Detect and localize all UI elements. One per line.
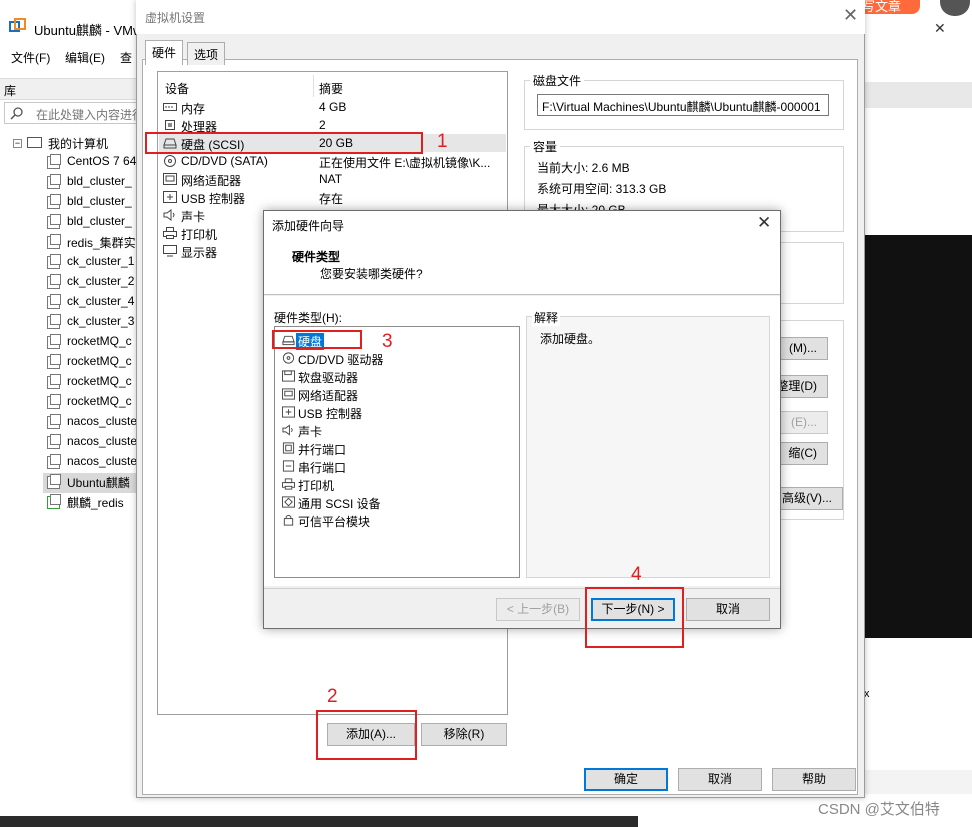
vm-icon bbox=[47, 214, 61, 229]
vm-icon bbox=[47, 414, 61, 429]
network-icon bbox=[163, 173, 177, 185]
vm-icon bbox=[47, 254, 61, 269]
wizard-cancel-button[interactable]: 取消 bbox=[686, 598, 770, 621]
disk-file-path-field[interactable]: F:\Virtual Machines\Ubuntu麒麟\Ubuntu麒麟-00… bbox=[537, 94, 829, 116]
device-column-header[interactable]: 设备 bbox=[165, 80, 189, 97]
menu-file[interactable]: 文件(F) bbox=[11, 49, 50, 66]
system-free-space: 系统可用空间: 313.3 GB bbox=[537, 182, 667, 196]
parallel-port-icon bbox=[282, 442, 295, 454]
wizard-subheading: 您要安装哪类硬件? bbox=[320, 267, 423, 281]
vm-preview-screen[interactable] bbox=[862, 235, 972, 638]
library-search-placeholder: 在此处键入内容进行 bbox=[36, 108, 145, 122]
hardware-type-label: 硬件类型(H): bbox=[274, 311, 342, 325]
annotation-box-1 bbox=[145, 132, 423, 154]
capacity-label: 容量 bbox=[530, 138, 561, 155]
printer-icon bbox=[163, 227, 177, 239]
device-row-memory[interactable]: 内存 4 GB bbox=[163, 98, 503, 116]
vm-icon bbox=[47, 334, 61, 349]
vm-icon bbox=[47, 274, 61, 289]
settings-close-icon[interactable]: ✕ bbox=[843, 5, 858, 26]
main-close-icon[interactable]: ✕ bbox=[934, 20, 946, 37]
vm-icon bbox=[47, 234, 61, 249]
device-row-usb[interactable]: USB 控制器 存在 bbox=[163, 188, 503, 206]
device-row-network[interactable]: 网络适配器 NAT bbox=[163, 170, 503, 188]
wizard-heading: 硬件类型 bbox=[292, 250, 341, 264]
serial-port-icon bbox=[282, 460, 295, 472]
help-button[interactable]: 帮助 bbox=[772, 768, 856, 791]
printer-icon bbox=[282, 478, 295, 490]
current-size: 当前大小: 2.6 MB bbox=[537, 161, 630, 175]
content-header-band bbox=[862, 82, 972, 108]
vm-icon bbox=[47, 374, 61, 389]
annotation-number-3: 3 bbox=[382, 331, 393, 352]
explanation-box bbox=[526, 316, 770, 578]
tab-hardware[interactable]: 硬件 bbox=[145, 40, 184, 65]
column-divider bbox=[313, 75, 314, 97]
settings-titlebar bbox=[136, 0, 865, 34]
vm-icon bbox=[47, 394, 61, 409]
remove-button[interactable]: 移除(R) bbox=[421, 723, 507, 746]
vm-icon bbox=[47, 314, 61, 329]
usb-icon bbox=[282, 406, 295, 418]
wizard-close-icon[interactable]: ✕ bbox=[757, 213, 771, 233]
tree-root-label[interactable]: 我的计算机 bbox=[48, 135, 108, 152]
vm-icon bbox=[47, 354, 61, 369]
watermark: CSDN @艾文伯特 bbox=[818, 801, 940, 818]
annotation-number-1: 1 bbox=[437, 131, 448, 152]
wizard-title: 添加硬件向导 bbox=[272, 219, 345, 233]
annotation-box-3 bbox=[272, 330, 362, 349]
search-icon bbox=[10, 106, 24, 120]
disk-file-label: 磁盘文件 bbox=[530, 72, 585, 89]
network-icon bbox=[282, 388, 295, 400]
cd-icon bbox=[282, 352, 295, 364]
vm-icon bbox=[47, 434, 61, 449]
wizard-footer-divider bbox=[264, 588, 780, 589]
tree-collapse-toggle[interactable]: − bbox=[13, 139, 22, 148]
vm-icon bbox=[47, 454, 61, 469]
vm-icon bbox=[47, 194, 61, 209]
vm-icon bbox=[47, 474, 61, 489]
memory-icon bbox=[163, 101, 177, 113]
vm-icon bbox=[47, 174, 61, 189]
summary-column-header[interactable]: 摘要 bbox=[319, 80, 343, 97]
vmware-logo-icon bbox=[9, 18, 27, 36]
scsi-icon bbox=[282, 496, 295, 508]
floppy-icon bbox=[282, 370, 295, 382]
ok-button[interactable]: 确定 bbox=[584, 768, 668, 791]
annotation-box-4 bbox=[585, 587, 684, 648]
cd-icon bbox=[163, 155, 177, 167]
explanation-text: 添加硬盘。 bbox=[540, 332, 601, 346]
menu-edit[interactable]: 编辑(E) bbox=[65, 49, 105, 66]
vm-icon bbox=[47, 294, 61, 309]
vm-running-icon bbox=[47, 494, 61, 509]
sound-icon bbox=[282, 424, 295, 436]
annotation-number-2: 2 bbox=[327, 686, 338, 707]
tpm-icon bbox=[282, 514, 295, 526]
cpu-icon bbox=[163, 119, 177, 131]
vm-icon bbox=[47, 154, 61, 169]
tab-options[interactable]: 选项 bbox=[187, 42, 226, 65]
sound-icon bbox=[163, 209, 177, 221]
taskbar-strip bbox=[0, 816, 638, 827]
menu-view[interactable]: 查 bbox=[120, 49, 132, 66]
library-label: 库 bbox=[4, 84, 17, 98]
usb-icon bbox=[163, 191, 177, 203]
library-header bbox=[0, 78, 140, 100]
settings-title: 虚拟机设置 bbox=[145, 11, 206, 25]
explanation-label: 解释 bbox=[532, 309, 561, 326]
display-icon bbox=[163, 245, 177, 257]
annotation-number-4: 4 bbox=[631, 564, 642, 585]
annotation-box-2 bbox=[316, 710, 417, 760]
device-row-cd[interactable]: CD/DVD (SATA) 正在使用文件 E:\虚拟机镜像\K... bbox=[163, 152, 503, 170]
content-footer bbox=[862, 770, 972, 794]
wizard-back-button[interactable]: < 上一步(B) bbox=[496, 598, 580, 621]
cancel-button[interactable]: 取消 bbox=[678, 768, 762, 791]
computer-icon bbox=[27, 137, 42, 148]
